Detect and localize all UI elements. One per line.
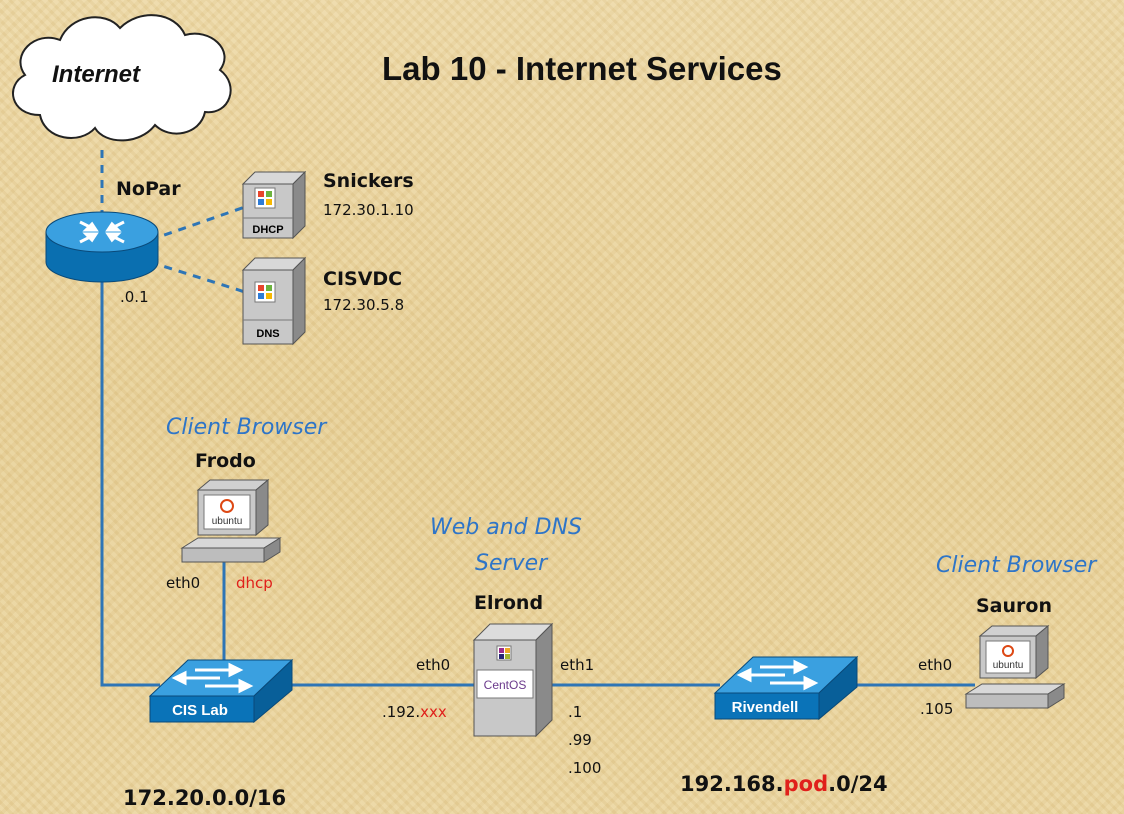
cisvdc-tag: DNS <box>256 328 279 340</box>
elrond-ip1-c: .100 <box>568 759 602 777</box>
elrond-ip1-b: .99 <box>568 731 592 749</box>
router-ip: .0.1 <box>120 288 149 306</box>
snickers-name: Snickers <box>323 170 414 192</box>
frodo-role: Client Browser <box>166 415 327 440</box>
sauron-name: Sauron <box>976 595 1052 617</box>
frodo-addr: dhcp <box>236 574 273 592</box>
router-name: NoPar <box>116 178 181 200</box>
elrond-role-line2: Server <box>475 551 548 576</box>
network-right-suffix: .0/24 <box>828 772 888 796</box>
rivendell-switch-label: Rivendell <box>732 699 799 716</box>
frodo-os-label: ubuntu <box>212 516 243 527</box>
elrond-ip1-a: .1 <box>568 703 583 721</box>
network-right-var: pod <box>783 772 829 796</box>
elrond-name: Elrond <box>474 592 544 614</box>
elrond-iface0: eth0 <box>416 656 451 674</box>
server-cisvdc-icon: DNS <box>241 256 307 346</box>
network-left: 172.20.0.0/16 <box>123 786 287 810</box>
cislab-switch-label: CIS Lab <box>172 702 228 719</box>
network-right: 192.168.pod.0/24 <box>680 772 888 796</box>
link-router-cisvdc <box>149 260 246 294</box>
elrond-iface1: eth1 <box>560 656 595 674</box>
server-snickers-icon: DHCP <box>241 170 307 240</box>
frodo-name: Frodo <box>195 450 256 472</box>
frodo-workstation-icon: ubuntu <box>180 478 282 563</box>
network-right-prefix: 192.168. <box>680 772 784 796</box>
elrond-server-icon: CentOS <box>472 622 554 738</box>
elrond-ip0-var: xxx <box>420 703 447 721</box>
elrond-ip0: .192.xxx <box>382 703 447 721</box>
rivendell-switch-icon: Rivendell <box>713 655 859 721</box>
sauron-workstation-icon: ubuntu <box>964 624 1066 709</box>
internet-label: Internet <box>52 61 141 88</box>
cislab-switch-icon: CIS Lab <box>148 658 294 724</box>
elrond-os-label: CentOS <box>484 678 527 692</box>
sauron-os-label: ubuntu <box>993 660 1024 671</box>
page-title: Lab 10 - Internet Services <box>382 50 782 87</box>
link-router-cislab <box>100 282 160 687</box>
sauron-ip: .105 <box>920 700 954 718</box>
frodo-iface: eth0 <box>166 574 201 592</box>
router-icon <box>45 211 159 283</box>
sauron-iface: eth0 <box>918 656 953 674</box>
network-diagram: DHCP DNS ubuntu CIS Lab CentOS Rivendell… <box>12 14 1066 738</box>
snickers-tag: DHCP <box>252 224 283 236</box>
snickers-ip: 172.30.1.10 <box>323 201 414 219</box>
cisvdc-ip: 172.30.5.8 <box>323 296 405 314</box>
cisvdc-name: CISVDC <box>323 268 403 290</box>
sauron-role: Client Browser <box>936 553 1097 578</box>
link-router-snickers <box>149 205 246 242</box>
elrond-ip0-prefix: .192. <box>382 703 421 721</box>
elrond-role-line1: Web and DNS <box>430 515 582 540</box>
